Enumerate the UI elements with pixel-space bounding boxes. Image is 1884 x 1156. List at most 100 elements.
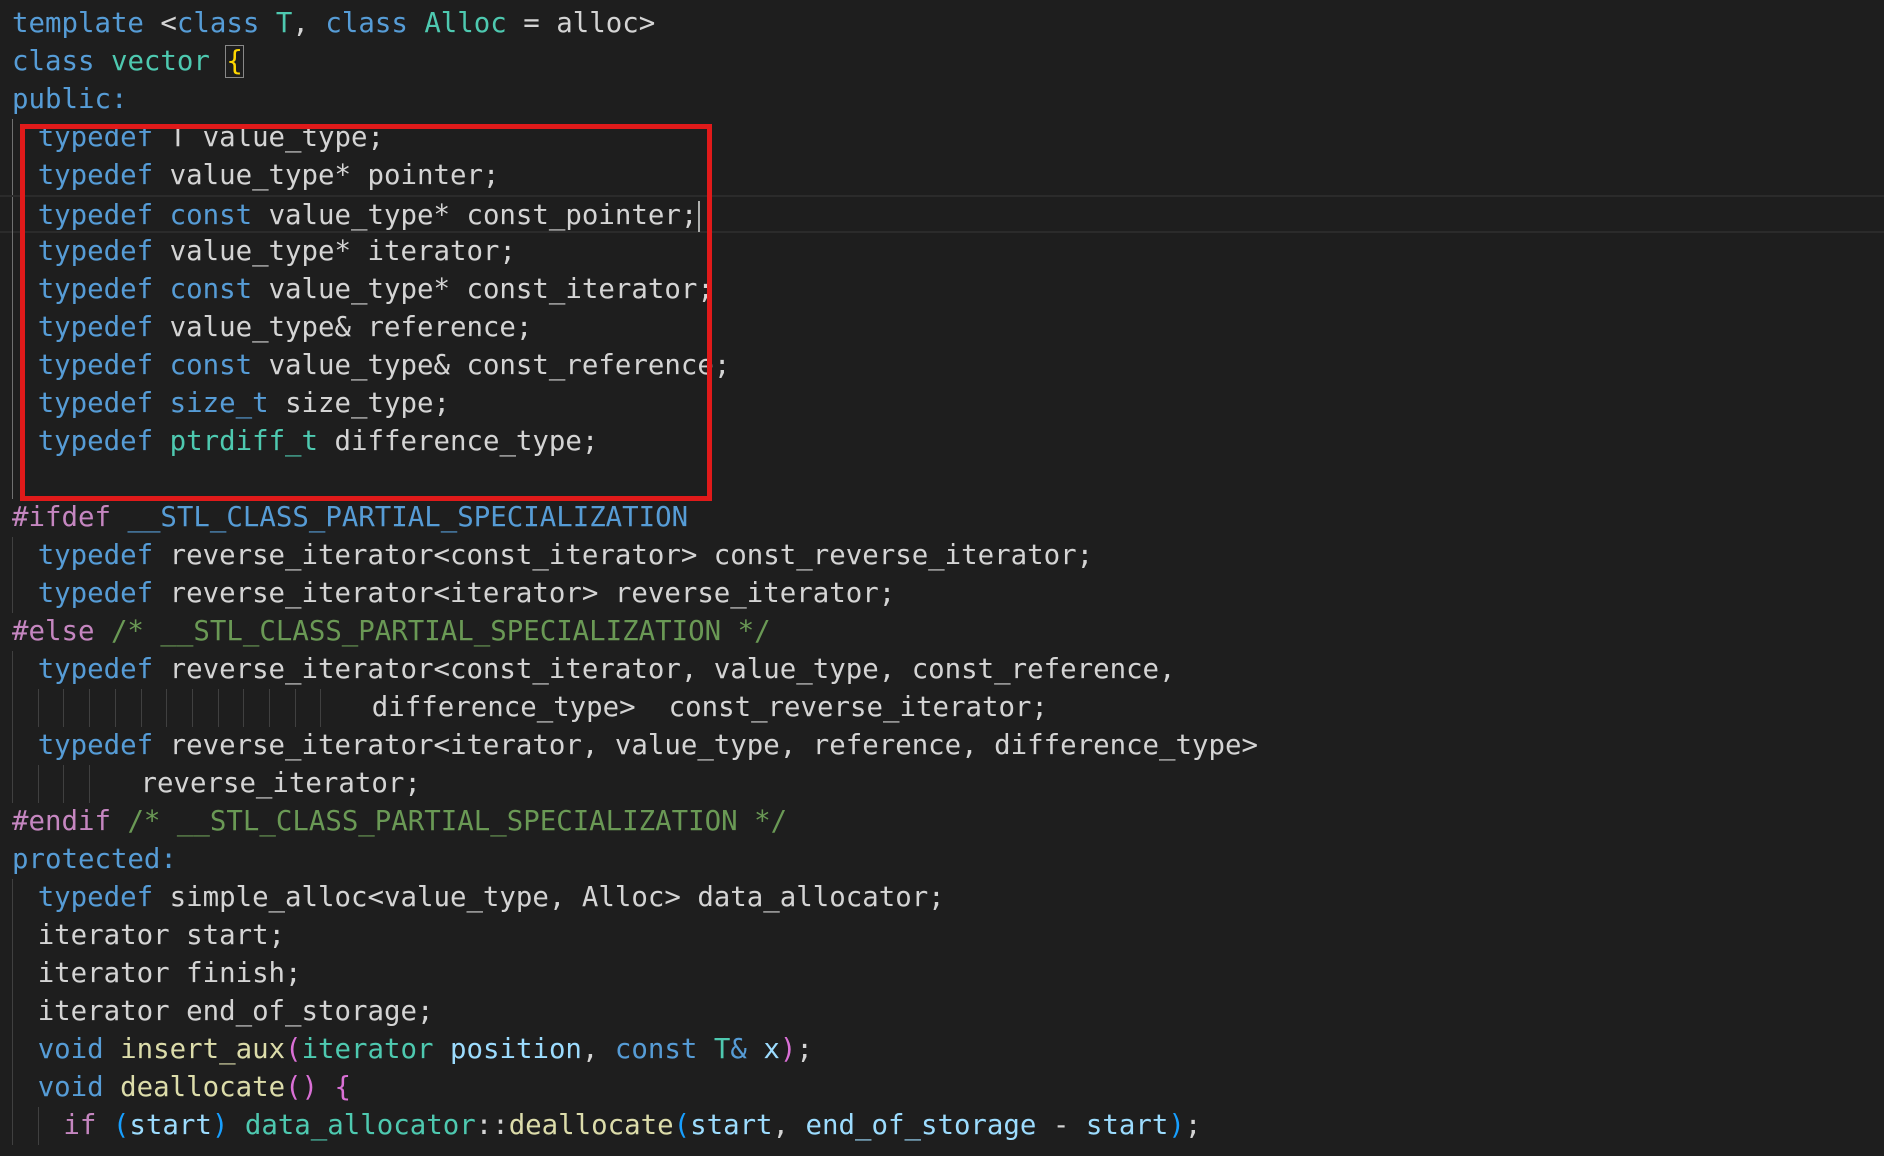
code-token: size_t bbox=[169, 388, 269, 419]
indent-guide bbox=[269, 689, 270, 727]
code-token: start bbox=[1085, 1110, 1169, 1141]
code-token: { bbox=[334, 1072, 352, 1103]
indent-guide bbox=[63, 689, 65, 727]
code-token: value_type& reference; bbox=[153, 312, 533, 343]
code-line[interactable]: void insert_aux(iterator position, const… bbox=[0, 1031, 1884, 1069]
code-token: deallocate bbox=[120, 1072, 286, 1103]
code-token: :: bbox=[475, 1110, 509, 1141]
indent-guide bbox=[12, 197, 13, 235]
code-token: const bbox=[614, 1034, 698, 1065]
code-token: class bbox=[12, 46, 95, 77]
code-line[interactable]: typedef value_type& reference; bbox=[0, 309, 1884, 347]
code-token: = alloc> bbox=[506, 8, 656, 39]
indent-guide bbox=[37, 689, 39, 727]
code-text: typedef simple_alloc<value_type, Alloc> … bbox=[38, 879, 945, 917]
code-text: iterator end_of_storage; bbox=[38, 993, 434, 1031]
indent-guide bbox=[12, 157, 13, 195]
code-line[interactable]: void deallocate() { bbox=[0, 1069, 1884, 1107]
code-token: size_type; bbox=[268, 388, 450, 419]
code-text: typedef size_t size_type; bbox=[38, 385, 450, 423]
code-token: reverse_iterator<iterator, value_type, r… bbox=[153, 730, 1258, 761]
code-text: difference_type> const_reverse_iterator; bbox=[372, 689, 1048, 727]
code-line[interactable]: iterator end_of_storage; bbox=[0, 993, 1884, 1031]
code-line[interactable]: public: bbox=[0, 81, 1884, 119]
code-line[interactable]: typedef reverse_iterator<const_iterator>… bbox=[0, 537, 1884, 575]
code-token: iterator start; bbox=[37, 920, 286, 951]
code-token: iterator end_of_storage; bbox=[37, 996, 434, 1027]
code-token: difference_type; bbox=[318, 426, 599, 457]
code-token: , bbox=[772, 1110, 806, 1141]
code-editor[interactable]: template <class T, class Alloc = alloc> c… bbox=[0, 0, 1884, 1156]
code-line[interactable]: typedef value_type* pointer; bbox=[0, 157, 1884, 195]
code-token: - bbox=[1036, 1110, 1086, 1141]
code-text: typedef T value_type; bbox=[38, 119, 384, 157]
code-token: deallocate bbox=[508, 1110, 674, 1141]
code-line[interactable]: reverse_iterator; bbox=[0, 765, 1884, 803]
code-line[interactable]: typedef size_t size_type; bbox=[0, 385, 1884, 423]
indent-guide bbox=[12, 347, 13, 385]
code-line[interactable]: typedef const value_type* const_iterator… bbox=[0, 271, 1884, 309]
indent-guide bbox=[12, 765, 13, 803]
indent-guide bbox=[12, 119, 13, 157]
code-token: /* __STL_CLASS_PARTIAL_SPECIALIZATION */ bbox=[94, 616, 771, 647]
code-line[interactable]: #else /* __STL_CLASS_PARTIAL_SPECIALIZAT… bbox=[0, 613, 1884, 651]
code-line[interactable]: typedef reverse_iterator<iterator> rever… bbox=[0, 575, 1884, 613]
code-line[interactable]: class vector { bbox=[0, 43, 1884, 81]
code-line[interactable]: if (start) data_allocator::deallocate(st… bbox=[0, 1107, 1884, 1145]
indent-guide bbox=[37, 765, 39, 803]
indent-guide bbox=[140, 689, 142, 727]
code-text: typedef ptrdiff_t difference_type; bbox=[38, 423, 599, 461]
code-text: reverse_iterator; bbox=[141, 765, 421, 803]
code-token: typedef bbox=[37, 122, 154, 153]
code-token: const bbox=[169, 200, 253, 231]
indent-guide bbox=[89, 689, 91, 727]
code-text: public: bbox=[12, 81, 127, 119]
code-line[interactable]: template <class T, class Alloc = alloc> bbox=[0, 5, 1884, 43]
code-line[interactable]: typedef simple_alloc<value_type, Alloc> … bbox=[0, 879, 1884, 917]
indent-guide bbox=[294, 689, 296, 727]
code-token: T bbox=[275, 8, 293, 39]
code-line[interactable]: iterator finish; bbox=[0, 955, 1884, 993]
code-text: typedef value_type& reference; bbox=[38, 309, 533, 347]
code-token: T bbox=[713, 1034, 731, 1065]
code-token: , bbox=[292, 8, 326, 39]
indent-guide bbox=[166, 689, 168, 727]
code-token: public: bbox=[12, 84, 128, 115]
code-token: typedef bbox=[37, 388, 154, 419]
indent-guide bbox=[12, 385, 13, 423]
code-text: typedef const value_type* const_pointer; bbox=[38, 197, 701, 235]
code-line[interactable]: protected: bbox=[0, 841, 1884, 879]
code-text: protected: bbox=[12, 841, 177, 879]
code-line[interactable]: typedef value_type* iterator; bbox=[0, 233, 1884, 271]
code-line[interactable]: typedef const value_type& const_referenc… bbox=[0, 347, 1884, 385]
code-line[interactable]: typedef reverse_iterator<const_iterator,… bbox=[0, 651, 1884, 689]
code-text: iterator finish; bbox=[38, 955, 302, 993]
indent-guide bbox=[12, 309, 13, 347]
code-line[interactable]: typedef const value_type* const_pointer; bbox=[0, 195, 1884, 235]
code-token: reverse_iterator<iterator> reverse_itera… bbox=[153, 578, 896, 609]
code-text: typedef reverse_iterator<iterator, value… bbox=[38, 727, 1258, 765]
code-token: typedef bbox=[37, 312, 154, 343]
code-line[interactable]: typedef T value_type; bbox=[0, 119, 1884, 157]
code-line[interactable]: #endif /* __STL_CLASS_PARTIAL_SPECIALIZA… bbox=[0, 803, 1884, 841]
code-line[interactable] bbox=[0, 461, 1884, 499]
code-line[interactable]: typedef ptrdiff_t difference_type; bbox=[0, 423, 1884, 461]
code-token: typedef bbox=[37, 274, 154, 305]
code-line[interactable]: iterator start; bbox=[0, 917, 1884, 955]
code-token: start bbox=[129, 1110, 212, 1141]
indent-guide bbox=[217, 689, 219, 727]
indent-guide bbox=[12, 233, 13, 271]
code-token: data_allocator bbox=[244, 1110, 476, 1141]
code-token: typedef bbox=[37, 882, 154, 913]
code-line[interactable]: difference_type> const_reverse_iterator; bbox=[0, 689, 1884, 727]
code-text: typedef reverse_iterator<const_iterator>… bbox=[38, 537, 1093, 575]
code-text: typedef reverse_iterator<iterator> rever… bbox=[38, 575, 896, 613]
code-line[interactable]: #ifdef __STL_CLASS_PARTIAL_SPECIALIZATIO… bbox=[0, 499, 1884, 537]
code-line[interactable]: typedef reverse_iterator<iterator, value… bbox=[0, 727, 1884, 765]
